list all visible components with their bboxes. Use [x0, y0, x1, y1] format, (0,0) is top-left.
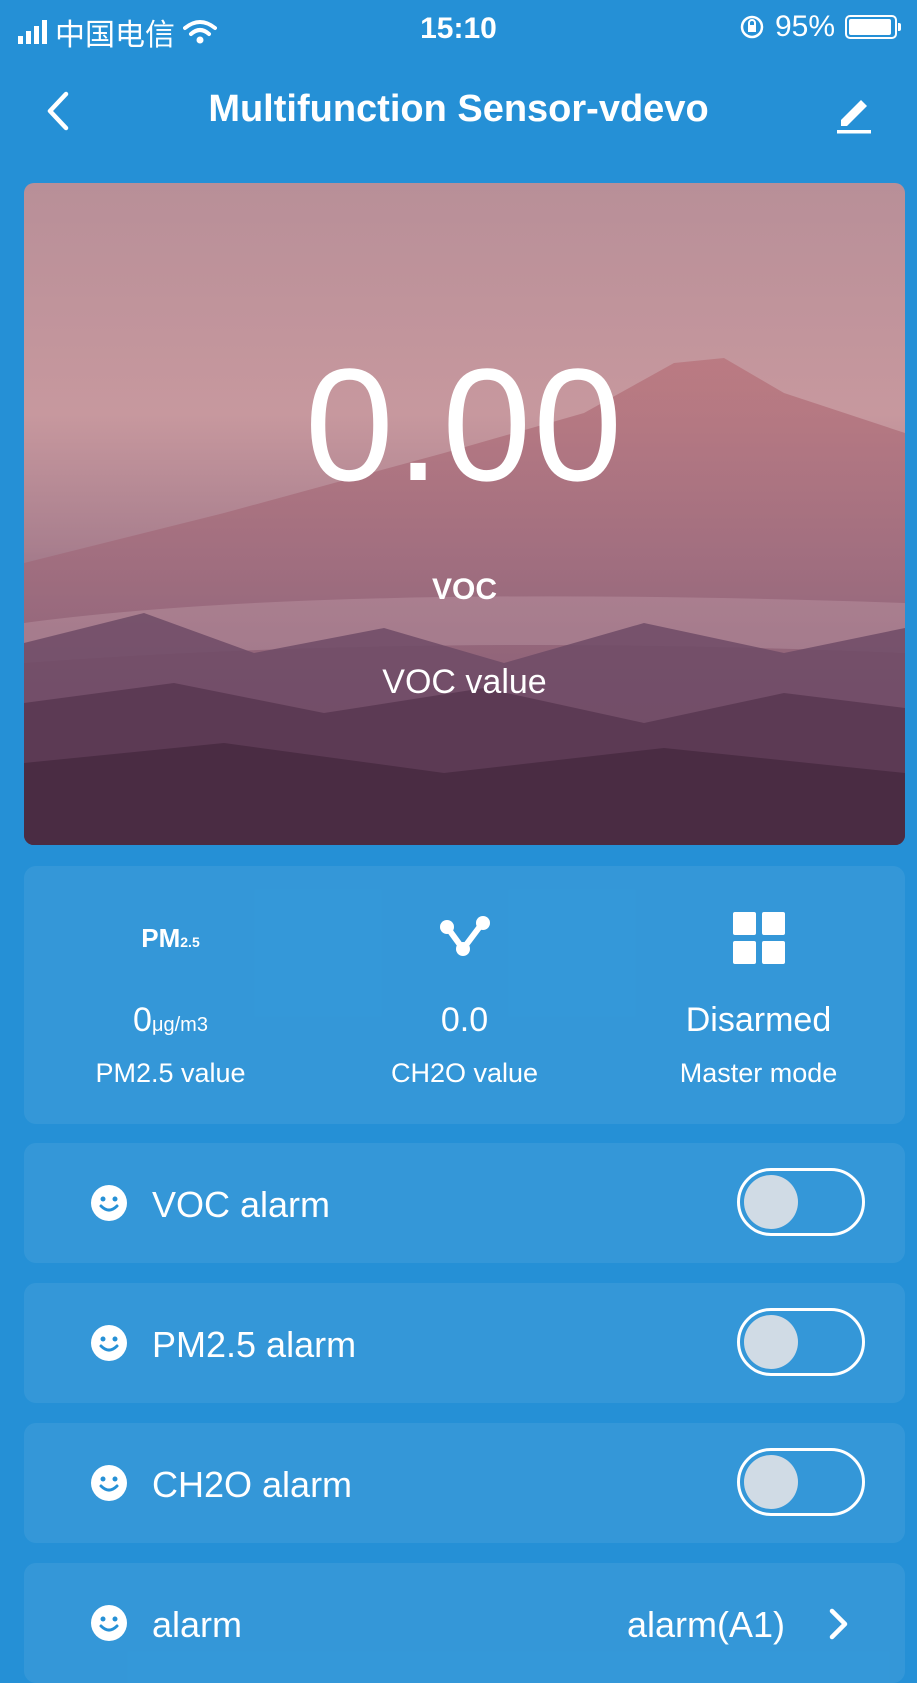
ch2o-value: 0.0	[440, 1001, 489, 1039]
toggle-knob	[744, 1455, 798, 1509]
pencil-icon[interactable]	[829, 86, 879, 136]
molecule-icon	[318, 908, 611, 968]
nav-bar: Multifunction Sensor-vdevo	[0, 70, 917, 150]
toggle-knob	[744, 1175, 798, 1229]
chevron-right-icon[interactable]	[821, 1607, 855, 1641]
ch2o-alarm-toggle[interactable]	[737, 1448, 865, 1516]
status-bar: 中国电信 15:10 95%	[0, 0, 917, 60]
pm25-icon: PM2.5	[141, 922, 200, 953]
master-mode-value: Disarmed	[685, 1001, 832, 1039]
pm25-alarm-toggle[interactable]	[737, 1308, 865, 1376]
voc-unit: VOC	[431, 573, 497, 606]
voc-value: 0.00	[304, 335, 625, 514]
battery-percent: 95%	[774, 10, 835, 43]
pm25-alarm-row[interactable]: PM2.5 alarm	[24, 1283, 905, 1403]
smiley-icon	[91, 1465, 127, 1501]
grid-icon	[612, 908, 905, 968]
ch2o-alarm-label: CH2O alarm	[152, 1464, 353, 1505]
ch2o-label: CH2O value	[390, 1058, 539, 1088]
alarm-value: alarm(A1)	[626, 1604, 785, 1645]
smiley-icon	[91, 1605, 127, 1641]
pm25-alarm-label: PM2.5 alarm	[152, 1324, 357, 1365]
alarm-label: alarm	[152, 1604, 243, 1645]
voc-label: VOC value	[382, 663, 547, 701]
ch2o-alarm-row[interactable]: CH2O alarm	[24, 1423, 905, 1543]
voc-alarm-row[interactable]: VOC alarm	[24, 1143, 905, 1263]
status-right: 95%	[739, 10, 901, 44]
stat-pm25[interactable]: PM2.5 0μg/m3 PM2.5 value	[24, 866, 317, 1124]
pm25-value: 0μg/m3	[133, 1001, 208, 1039]
voc-hero-card: 0.00 VOC VOC value	[24, 183, 905, 845]
smiley-icon	[91, 1185, 127, 1221]
battery-icon	[845, 15, 901, 39]
toggle-knob	[744, 1315, 798, 1369]
master-mode-label: Master mode	[679, 1058, 838, 1088]
voc-alarm-toggle[interactable]	[737, 1168, 865, 1236]
voc-alarm-label: VOC alarm	[152, 1184, 331, 1225]
smiley-icon	[91, 1325, 127, 1361]
pm25-label: PM2.5 value	[95, 1058, 246, 1088]
alarm-select-row[interactable]: alarm alarm(A1)	[24, 1563, 905, 1683]
stat-master-mode[interactable]: Disarmed Master mode	[612, 866, 905, 1124]
stat-ch2o[interactable]: 0.0 CH2O value	[318, 866, 611, 1124]
rotation-lock-icon	[740, 15, 764, 39]
sensor-stats-card: PM2.5 0μg/m3 PM2.5 value 0.0 CH2O value	[24, 866, 905, 1124]
page-title: Multifunction Sensor-vdevo	[208, 88, 709, 130]
